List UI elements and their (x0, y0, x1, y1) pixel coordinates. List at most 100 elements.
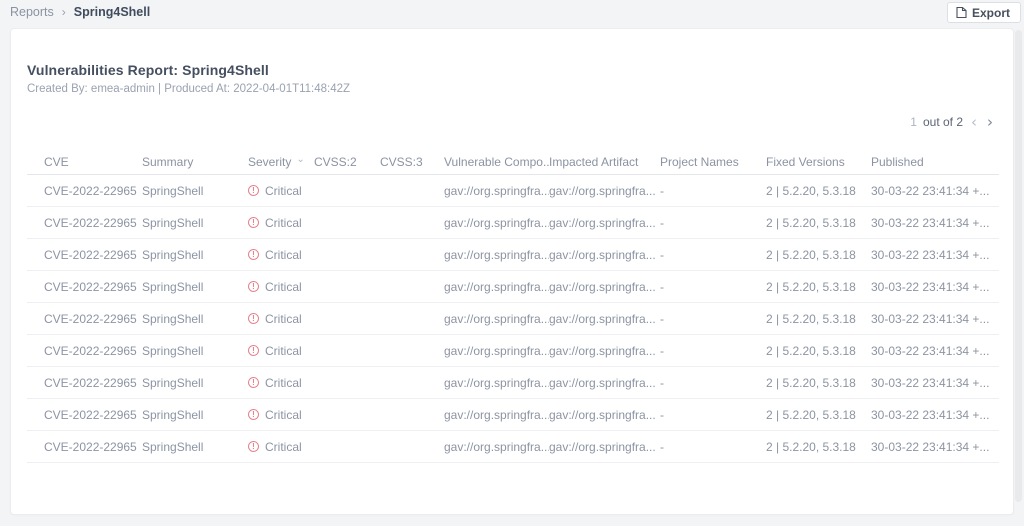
severity-label: Critical (265, 408, 302, 422)
table-row[interactable]: CVE-2022-22965 SpringShell ! Critical ga… (27, 367, 999, 399)
cell-published: 30-03-22 23:41:34 +... (871, 312, 999, 326)
cell-project-names: - (660, 344, 766, 358)
report-card: Vulnerabilities Report: Spring4Shell Cre… (10, 28, 1014, 515)
next-page-icon[interactable]: › (985, 116, 995, 128)
cell-project-names: - (660, 248, 766, 262)
table-row[interactable]: CVE-2022-22965 SpringShell ! Critical ga… (27, 431, 999, 463)
cell-vulnerable-component: gav://org.springfra... (444, 216, 549, 230)
cell-project-names: - (660, 440, 766, 454)
cell-vulnerable-component: gav://org.springfra... (444, 312, 549, 326)
cell-severity: ! Critical (248, 408, 314, 422)
cell-summary: SpringShell (142, 216, 248, 230)
severity-label: Critical (265, 440, 302, 454)
table-row[interactable]: CVE-2022-22965 SpringShell ! Critical ga… (27, 335, 999, 367)
cell-published: 30-03-22 23:41:34 +... (871, 376, 999, 390)
cell-vulnerable-component: gav://org.springfra... (444, 184, 549, 198)
cell-project-names: - (660, 408, 766, 422)
breadcrumb-separator-icon: › (62, 5, 66, 19)
page-count-label: out of 2 (923, 115, 963, 129)
cell-project-names: - (660, 216, 766, 230)
page-title: Vulnerabilities Report: Spring4Shell (27, 62, 269, 78)
cell-published: 30-03-22 23:41:34 +... (871, 280, 999, 294)
breadcrumb-reports-link[interactable]: Reports (10, 5, 54, 19)
cell-fixed-versions: 2 | 5.2.20, 5.3.18 (766, 408, 871, 422)
breadcrumb: Reports › Spring4Shell (10, 5, 150, 19)
cell-impacted-artifact: gav://org.springfra... (549, 344, 660, 358)
column-header-severity[interactable]: Severity ⌄ (248, 155, 314, 169)
cell-summary: SpringShell (142, 312, 248, 326)
cell-vulnerable-component: gav://org.springfra... (444, 376, 549, 390)
cell-cve: CVE-2022-22965 (27, 376, 142, 390)
table-body: CVE-2022-22965 SpringShell ! Critical ga… (27, 175, 999, 463)
top-bar: Reports › Spring4Shell Export (0, 0, 1024, 28)
cell-published: 30-03-22 23:41:34 +... (871, 344, 999, 358)
cell-project-names: - (660, 376, 766, 390)
export-button[interactable]: Export (947, 2, 1021, 23)
table-row[interactable]: CVE-2022-22965 SpringShell ! Critical ga… (27, 175, 999, 207)
cell-vulnerable-component: gav://org.springfra... (444, 408, 549, 422)
table-row[interactable]: CVE-2022-22965 SpringShell ! Critical ga… (27, 303, 999, 335)
cell-impacted-artifact: gav://org.springfra... (549, 184, 660, 198)
cell-fixed-versions: 2 | 5.2.20, 5.3.18 (766, 184, 871, 198)
cell-severity: ! Critical (248, 440, 314, 454)
table-row[interactable]: CVE-2022-22965 SpringShell ! Critical ga… (27, 207, 999, 239)
cell-severity: ! Critical (248, 280, 314, 294)
cell-vulnerable-component: gav://org.springfra... (444, 344, 549, 358)
cell-severity: ! Critical (248, 344, 314, 358)
cell-impacted-artifact: gav://org.springfra... (549, 216, 660, 230)
vertical-scrollbar[interactable] (1015, 30, 1022, 502)
prev-page-icon[interactable]: ‹ (969, 116, 979, 128)
cell-summary: SpringShell (142, 184, 248, 198)
export-button-label: Export (972, 6, 1010, 20)
cell-severity: ! Critical (248, 248, 314, 262)
cell-severity: ! Critical (248, 216, 314, 230)
cell-fixed-versions: 2 | 5.2.20, 5.3.18 (766, 216, 871, 230)
cell-severity: ! Critical (248, 184, 314, 198)
cell-project-names: - (660, 184, 766, 198)
cell-vulnerable-component: gav://org.springfra... (444, 280, 549, 294)
cell-published: 30-03-22 23:41:34 +... (871, 408, 999, 422)
cell-fixed-versions: 2 | 5.2.20, 5.3.18 (766, 344, 871, 358)
pagination: 1 out of 2 ‹ › (910, 115, 995, 129)
column-header-cvss3: CVSS:3 (380, 155, 444, 169)
cell-cve: CVE-2022-22965 (27, 312, 142, 326)
critical-severity-icon: ! (248, 281, 259, 292)
column-header-project-names: Project Names (660, 155, 766, 169)
cell-impacted-artifact: gav://org.springfra... (549, 408, 660, 422)
column-header-impacted-artifact: Impacted Artifact (549, 155, 660, 169)
severity-label: Critical (265, 312, 302, 326)
cell-severity: ! Critical (248, 376, 314, 390)
critical-severity-icon: ! (248, 217, 259, 228)
severity-label: Critical (265, 248, 302, 262)
cell-vulnerable-component: gav://org.springfra... (444, 248, 549, 262)
severity-label: Critical (265, 184, 302, 198)
page-number: 1 (910, 115, 917, 129)
critical-severity-icon: ! (248, 441, 259, 452)
cell-cve: CVE-2022-22965 (27, 440, 142, 454)
cell-published: 30-03-22 23:41:34 +... (871, 248, 999, 262)
cell-summary: SpringShell (142, 408, 248, 422)
table-header-row: CVE Summary Severity ⌄ CVSS:2 CVSS:3 Vul… (27, 149, 999, 175)
cell-published: 30-03-22 23:41:34 +... (871, 440, 999, 454)
cell-project-names: - (660, 280, 766, 294)
cell-published: 30-03-22 23:41:34 +... (871, 184, 999, 198)
cell-fixed-versions: 2 | 5.2.20, 5.3.18 (766, 280, 871, 294)
column-header-published: Published (871, 155, 999, 169)
table-row[interactable]: CVE-2022-22965 SpringShell ! Critical ga… (27, 239, 999, 271)
critical-severity-icon: ! (248, 345, 259, 356)
table-row[interactable]: CVE-2022-22965 SpringShell ! Critical ga… (27, 399, 999, 431)
cell-summary: SpringShell (142, 376, 248, 390)
cell-cve: CVE-2022-22965 (27, 216, 142, 230)
severity-label: Critical (265, 280, 302, 294)
cell-cve: CVE-2022-22965 (27, 408, 142, 422)
table-row[interactable]: CVE-2022-22965 SpringShell ! Critical ga… (27, 271, 999, 303)
cell-cve: CVE-2022-22965 (27, 184, 142, 198)
column-header-vulnerable-component: Vulnerable Compo... (444, 155, 549, 169)
cell-fixed-versions: 2 | 5.2.20, 5.3.18 (766, 376, 871, 390)
column-header-cvss2: CVSS:2 (314, 155, 380, 169)
column-header-summary: Summary (142, 155, 248, 169)
cell-summary: SpringShell (142, 248, 248, 262)
cell-summary: SpringShell (142, 344, 248, 358)
cell-fixed-versions: 2 | 5.2.20, 5.3.18 (766, 312, 871, 326)
critical-severity-icon: ! (248, 185, 259, 196)
